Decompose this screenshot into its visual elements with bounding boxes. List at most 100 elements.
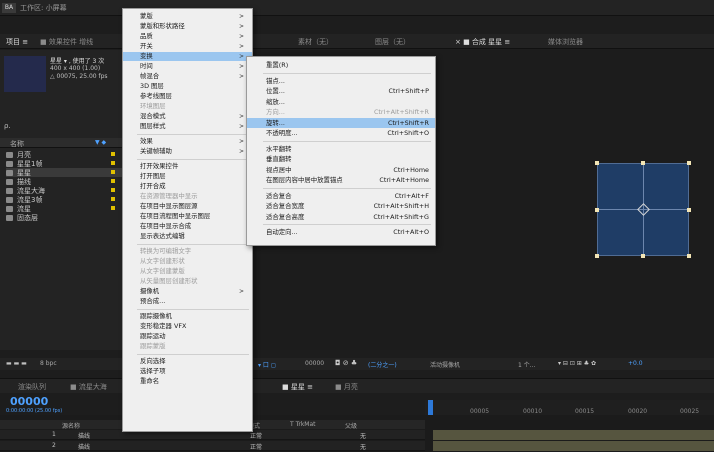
tab-stars[interactable]: ■ 星星 ≡ bbox=[282, 382, 313, 392]
col-parent[interactable]: 父级 bbox=[345, 421, 357, 430]
layer-name[interactable]: 描线 bbox=[78, 442, 90, 451]
transform-handle[interactable] bbox=[595, 161, 599, 165]
tab-project[interactable]: 项目 ≡ bbox=[6, 37, 28, 47]
panel-icons[interactable]: ▬ ▬ ▬ bbox=[6, 360, 27, 367]
context-menu-item[interactable]: 从文字创建蒙版 bbox=[123, 267, 252, 276]
context-menu-item[interactable]: 开关 > bbox=[123, 42, 252, 51]
project-list-item[interactable]: 固态层 bbox=[6, 213, 130, 222]
transform-handle[interactable] bbox=[687, 208, 691, 212]
tab-effect-controls[interactable]: ■ 效果控件 增线 bbox=[40, 37, 93, 47]
transform-menu-item[interactable]: 在图层内容中居中放置锚点 Ctrl+Alt+Home bbox=[247, 175, 435, 185]
context-menu-item[interactable]: 在项目中显示图层源 bbox=[123, 202, 252, 211]
context-menu-item[interactable]: 帧混合 > bbox=[123, 72, 252, 81]
context-menu-item[interactable]: 跟踪运动 bbox=[123, 332, 252, 341]
col-source-name[interactable]: 源名称 bbox=[62, 421, 80, 430]
layer-parent-select[interactable]: 无 bbox=[360, 431, 366, 440]
context-menu-item[interactable]: 跟踪蒙版 bbox=[123, 342, 252, 351]
context-menu-item[interactable]: 选择子项 bbox=[123, 367, 252, 376]
transform-menu-item[interactable]: 锚点... bbox=[247, 76, 435, 86]
context-menu-item[interactable]: 在资源管理器中显示 bbox=[123, 192, 252, 201]
composition-canvas[interactable] bbox=[597, 163, 689, 256]
context-menu-item[interactable]: 蒙版 > bbox=[123, 12, 252, 21]
layer-duration-bar[interactable] bbox=[433, 441, 714, 451]
transform-menu-item[interactable]: 方向... Ctrl+Alt+Shift+R bbox=[247, 107, 435, 117]
label-color-swatch[interactable] bbox=[111, 170, 115, 174]
layer-mode-select[interactable]: 正常 bbox=[250, 442, 262, 451]
context-menu-item[interactable]: 变换 > bbox=[123, 52, 252, 61]
label-color-swatch[interactable] bbox=[111, 161, 115, 165]
context-menu-item[interactable]: 在项目流程图中显示图层 bbox=[123, 212, 252, 221]
col-trkmat[interactable]: T TrkMat bbox=[290, 421, 316, 428]
tab-layer[interactable]: 图层（无） bbox=[375, 37, 410, 47]
transform-menu-item[interactable]: 适合复合 Ctrl+Alt+F bbox=[247, 191, 435, 201]
tab-composition[interactable]: × ■ 合成 星星 ≡ bbox=[455, 37, 510, 47]
layer-parent-select[interactable]: 无 bbox=[360, 442, 366, 451]
tab-render-queue[interactable]: 渲染队列 bbox=[18, 382, 46, 392]
snapshot-icon[interactable]: ◘ ⊘ ♣ bbox=[335, 359, 357, 367]
context-menu-item[interactable]: 变形稳定器 VFX bbox=[123, 322, 252, 331]
transform-menu-item[interactable]: 适合复合宽度 Ctrl+Alt+Shift+H bbox=[247, 201, 435, 211]
layer-mode-select[interactable]: 正常 bbox=[250, 431, 262, 440]
context-menu-item[interactable]: 蒙版和形状路径 > bbox=[123, 22, 252, 31]
context-menu-item[interactable]: 混合模式 > bbox=[123, 112, 252, 121]
exposure-value[interactable]: +0.0 bbox=[628, 360, 643, 367]
tab-footage[interactable]: 素材（无） bbox=[298, 37, 333, 47]
context-menu-item[interactable]: 环境图层 bbox=[123, 102, 252, 111]
transform-menu-item[interactable]: 水平翻转 bbox=[247, 144, 435, 154]
context-menu-item[interactable]: 图层样式 > bbox=[123, 122, 252, 131]
timeline-layer-row[interactable]: 2 描线 正常 无 bbox=[0, 441, 425, 451]
context-menu-item[interactable]: 摄像机 > bbox=[123, 287, 252, 296]
context-menu-item[interactable]: 时间 > bbox=[123, 62, 252, 71]
views-select[interactable]: 1 个... bbox=[518, 360, 535, 369]
view-options-icons[interactable]: ▾ ⊟ ⊡ ⊞ ♣ ✿ bbox=[558, 360, 596, 367]
context-menu-item[interactable]: 从矢量图层创建形状 bbox=[123, 277, 252, 286]
transform-menu-item[interactable]: 适合复合高度 Ctrl+Alt+Shift+G bbox=[247, 212, 435, 222]
transform-handle[interactable] bbox=[595, 208, 599, 212]
tab-media-browser[interactable]: 媒体浏览器 bbox=[548, 37, 583, 47]
transform-menu-item[interactable]: 不透明度... Ctrl+Shift+O bbox=[247, 128, 435, 138]
transform-menu-item[interactable]: 自动定向... Ctrl+Alt+O bbox=[247, 227, 435, 237]
transform-menu-item[interactable]: 缩放... bbox=[247, 97, 435, 107]
grid-icon[interactable]: ▾ 口 ◻ bbox=[258, 360, 276, 369]
context-menu-item[interactable]: 品质 > bbox=[123, 32, 252, 41]
context-menu-item[interactable]: 跟踪摄像机 bbox=[123, 312, 252, 321]
transform-handle[interactable] bbox=[641, 161, 645, 165]
context-menu-item[interactable]: 打开图层 bbox=[123, 172, 252, 181]
transform-handle[interactable] bbox=[641, 254, 645, 258]
context-menu-item[interactable]: 显示表达式编辑 bbox=[123, 232, 252, 241]
layer-name[interactable]: 描线 bbox=[78, 431, 90, 440]
transform-menu-item[interactable]: 位置... Ctrl+Shift+P bbox=[247, 86, 435, 96]
context-menu-item[interactable]: 转换为可编辑文字 bbox=[123, 247, 252, 256]
timecode-display[interactable]: 00000 bbox=[10, 395, 48, 408]
context-menu-item[interactable]: 预合成... bbox=[123, 297, 252, 306]
label-color-swatch[interactable] bbox=[111, 206, 115, 210]
context-menu-item[interactable]: 打开效果控件 bbox=[123, 162, 252, 171]
layer-duration-bar[interactable] bbox=[433, 430, 714, 440]
transform-menu-item[interactable]: 垂直翻转 bbox=[247, 154, 435, 164]
context-menu-item[interactable]: 在项目中显示合成 bbox=[123, 222, 252, 231]
context-menu-item[interactable]: 重命名 bbox=[123, 377, 252, 386]
resolution-select[interactable]: (二分之一) bbox=[368, 360, 397, 369]
tab-star-wave[interactable]: ■ 流星大海 bbox=[70, 382, 107, 392]
transform-handle[interactable] bbox=[687, 254, 691, 258]
context-menu-item[interactable]: 参考线图层 bbox=[123, 92, 252, 101]
context-menu-item[interactable]: 反向选择 bbox=[123, 357, 252, 366]
label-color-swatch[interactable] bbox=[111, 197, 115, 201]
active-camera-select[interactable]: 活动摄像机 bbox=[430, 360, 460, 369]
project-search-input[interactable]: ρ. bbox=[4, 122, 134, 132]
col-name[interactable]: 名称 bbox=[10, 139, 24, 149]
context-menu-item[interactable]: 3D 图层 bbox=[123, 82, 252, 91]
label-color-swatch[interactable] bbox=[111, 188, 115, 192]
anchor-point-icon[interactable] bbox=[637, 203, 650, 216]
transform-handle[interactable] bbox=[595, 254, 599, 258]
transform-menu-item[interactable]: 重置(R) bbox=[247, 60, 435, 70]
context-menu-item[interactable]: 打开合成 bbox=[123, 182, 252, 191]
context-menu-item[interactable]: 从文字创建形状 bbox=[123, 257, 252, 266]
sort-icon[interactable]: ▼ ◆ bbox=[95, 139, 106, 146]
transform-menu-item[interactable]: 旋转... Ctrl+Shift+R bbox=[247, 117, 435, 128]
context-menu-item[interactable]: 关键帧辅助 > bbox=[123, 147, 252, 156]
tab-moon[interactable]: ■ 月亮 bbox=[335, 382, 358, 392]
workspace-label[interactable]: 工作区: 小屏幕 bbox=[20, 3, 67, 13]
current-frame[interactable]: 00000 bbox=[305, 360, 324, 367]
transform-menu-item[interactable]: 视点居中 Ctrl+Home bbox=[247, 165, 435, 175]
